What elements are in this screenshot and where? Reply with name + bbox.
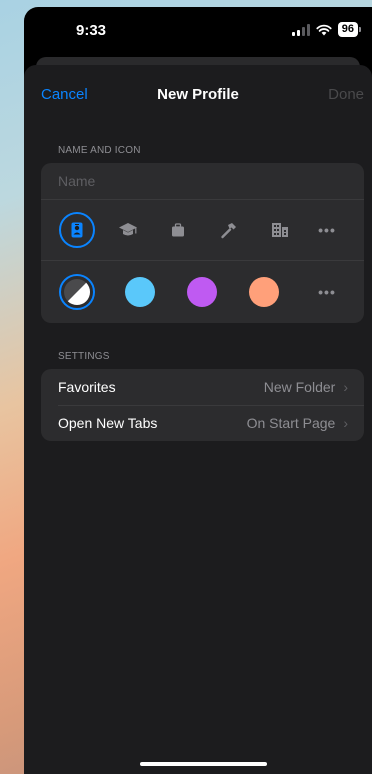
graduation-cap-icon	[119, 223, 137, 236]
settings-card: Favorites New Folder › Open New Tabs On …	[41, 369, 364, 441]
building-icon	[272, 223, 288, 237]
new-profile-sheet: Cancel New Profile Done NAME AND ICON Na…	[24, 65, 372, 774]
chevron-right-icon: ›	[343, 379, 348, 395]
icon-option-building[interactable]	[260, 210, 300, 250]
default-color-swatch-icon	[64, 279, 91, 306]
color-option-purple[interactable]	[182, 272, 222, 312]
person-badge-icon	[71, 222, 83, 238]
icon-option-person-badge[interactable]	[57, 210, 97, 250]
purple-color-swatch	[187, 277, 217, 307]
settings-header: SETTINGS	[58, 351, 110, 362]
battery-icon: 96	[337, 22, 362, 37]
icon-option-briefcase[interactable]	[158, 210, 198, 250]
done-button[interactable]: Done	[328, 86, 364, 103]
name-and-icon-card: •••	[41, 163, 364, 323]
status-icons: 96	[291, 22, 362, 37]
row-value: On Start Page	[246, 415, 336, 431]
row-label: Open New Tabs	[58, 415, 158, 431]
icon-option-hammer[interactable]	[209, 210, 249, 250]
name-field-row	[41, 163, 364, 200]
status-time: 9:33	[76, 22, 107, 39]
color-option-default[interactable]	[57, 272, 97, 312]
chevron-right-icon: ›	[343, 415, 348, 431]
color-option-blue[interactable]	[120, 272, 160, 312]
status-bar: 9:33 96	[24, 7, 372, 53]
signal-icon	[291, 23, 310, 36]
more-icon: •••	[318, 222, 336, 238]
briefcase-icon	[172, 223, 184, 237]
blue-color-swatch	[125, 277, 155, 307]
row-label: Favorites	[58, 379, 116, 395]
row-right: On Start Page ›	[247, 415, 348, 431]
color-picker-row: •••	[41, 261, 364, 323]
more-icons-button[interactable]: •••	[307, 210, 347, 250]
phone-screen: 9:33 96 Cancel New Profile Done NAME AND…	[24, 7, 372, 774]
name-input[interactable]	[58, 173, 318, 189]
name-and-icon-header: NAME AND ICON	[58, 145, 141, 156]
page-title: New Profile	[157, 86, 239, 103]
home-indicator[interactable]	[140, 762, 267, 766]
settings-row-favorites[interactable]: Favorites New Folder ›	[41, 369, 364, 405]
nav-bar: Cancel New Profile Done	[24, 65, 372, 121]
icon-picker-row: •••	[41, 200, 364, 261]
hammer-icon	[221, 223, 236, 239]
selected-ring	[59, 212, 95, 248]
row-value: New Folder	[263, 379, 336, 395]
icon-option-graduation-cap[interactable]	[108, 210, 148, 250]
more-icon: •••	[318, 284, 336, 300]
wifi-icon	[316, 24, 332, 35]
orange-color-swatch	[249, 277, 279, 307]
row-right: New Folder ›	[264, 379, 348, 395]
color-option-orange[interactable]	[244, 272, 284, 312]
settings-row-open-new-tabs[interactable]: Open New Tabs On Start Page ›	[41, 405, 364, 441]
more-colors-button[interactable]: •••	[307, 272, 347, 312]
selected-ring	[59, 274, 95, 310]
